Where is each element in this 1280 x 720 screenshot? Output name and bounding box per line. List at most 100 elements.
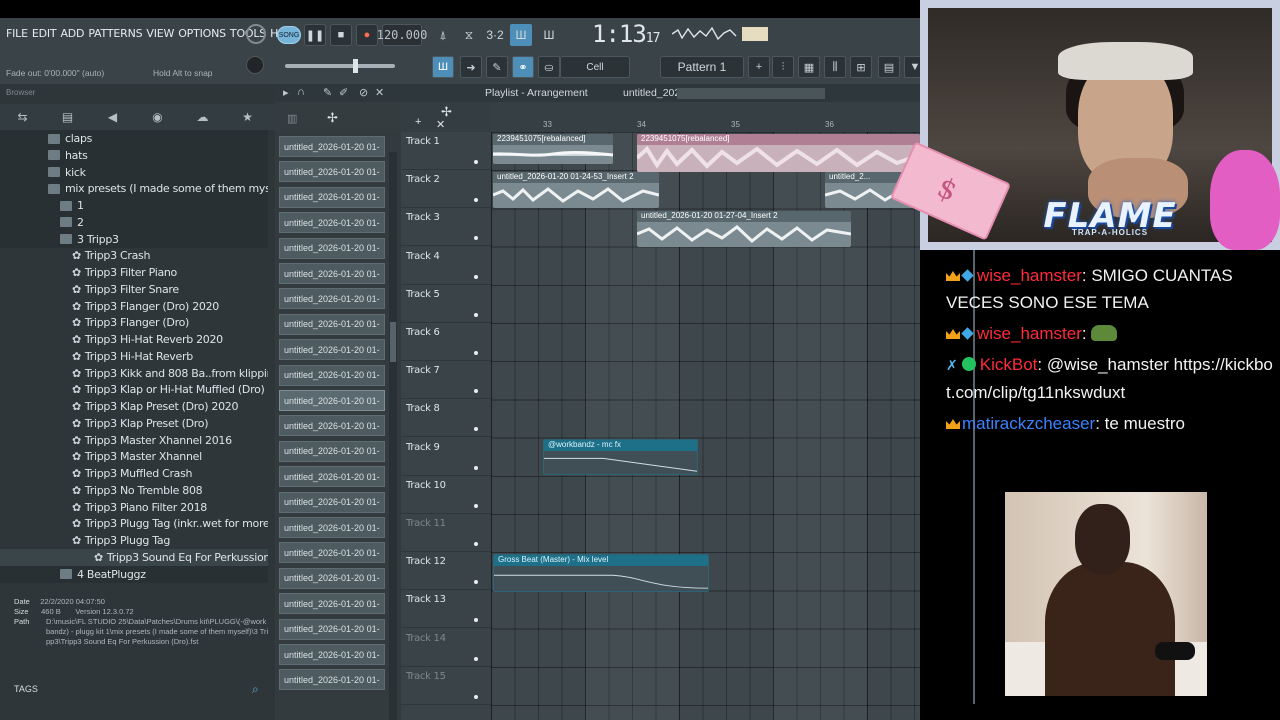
browser-preset[interactable]: ✿ Tripp3 Filter Snare (0, 281, 268, 298)
countdown-icon[interactable]: 3·2 (484, 24, 506, 46)
picker-clip-item[interactable]: untitled_2026-01-20 01- (279, 237, 385, 259)
add-pattern-icon[interactable]: + (748, 56, 770, 78)
track-header[interactable]: Track 2 (401, 170, 491, 209)
file-icon[interactable]: ▤ (45, 110, 90, 124)
track-header[interactable]: Track 6 (401, 323, 491, 361)
picker-clip-item[interactable]: untitled_2026-01-20 01- (279, 593, 385, 615)
record-button[interactable]: ● (356, 24, 378, 46)
browser-folder[interactable]: 4 BeatPluggz (0, 565, 268, 583)
picker-clip-item[interactable]: untitled_2026-01-20 01- (279, 339, 385, 361)
audio-clip-pink[interactable]: 2239451075[rebalanced] (637, 134, 920, 172)
browser-folder[interactable]: 1 (0, 197, 268, 214)
master-volume-knob[interactable] (246, 24, 266, 44)
browser-preset[interactable]: ✿ Tripp3 Flanger (Dro) 2020 (0, 298, 268, 315)
browser-preset[interactable]: ✿ Tripp3 Klap Preset (Dro) 2020 (0, 398, 268, 415)
browser-preset[interactable]: ✿Tripp3 Kikk and 808 Ba..from klipping) … (0, 365, 268, 382)
track-header[interactable]: Track 12 (401, 552, 491, 591)
audio-clip[interactable]: 2239451075[rebalanced] (493, 134, 613, 164)
automation-clip[interactable]: Gross Beat (Master) - Mix level (493, 554, 709, 592)
audio-clip[interactable]: untitled_2026-01-20 01-27-04_Insert 2 (637, 211, 851, 247)
picker-audio-icon[interactable]: ✢ (327, 110, 338, 126)
track-header[interactable]: Track 7 (401, 361, 491, 400)
menu-options[interactable]: OPTIONS (178, 27, 226, 40)
globe-icon[interactable]: ◉ (135, 110, 180, 124)
browser-folder[interactable]: 3 Tripp3 (0, 230, 268, 248)
track-header[interactable]: Track 4 (401, 247, 491, 285)
piano-roll-icon[interactable]: ⫼ (824, 56, 846, 78)
picker-clip-item[interactable]: untitled_2026-01-20 01- (279, 390, 385, 411)
menu-add[interactable]: ADD (60, 27, 84, 40)
track-header[interactable]: Track 1 (401, 132, 491, 170)
pattern-select[interactable]: Pattern 1 (660, 56, 744, 78)
browser-folder[interactable]: 2 (0, 213, 268, 231)
picker-clip-item[interactable]: untitled_2026-01-20 01- (279, 644, 385, 665)
browser-preset[interactable]: ✿ Tripp3 Piano Filter 2018 (0, 499, 268, 516)
picker-clip-item[interactable]: untitled_2026-01-20 01- (279, 618, 385, 640)
master-volume-slider[interactable] (285, 59, 395, 73)
track-enable-led[interactable] (474, 351, 478, 355)
picker-pattern-icon[interactable]: ▥ (287, 112, 297, 125)
magnet-icon[interactable]: ∩ (297, 86, 305, 98)
browser-folder[interactable]: kick (0, 163, 268, 181)
picker-scroll-thumb[interactable] (390, 322, 396, 362)
track-header[interactable]: Track 13 (401, 590, 491, 629)
picker-clip-item[interactable]: untitled_2026-01-20 01- (279, 161, 385, 183)
track-enable-led[interactable] (474, 160, 478, 164)
mute-icon[interactable]: ✕ (375, 86, 384, 99)
browser-preset[interactable]: ✿ Tripp3 Crash (0, 247, 268, 264)
browser-preset[interactable]: ✿ Tripp3 No Tremble 808 (0, 482, 268, 499)
picker-clip-item[interactable]: untitled_2026-01-20 01- (279, 288, 385, 310)
browser-preset[interactable]: ✿ Tripp3 Hi-Hat Reverb (0, 348, 268, 365)
picker-clip-item[interactable]: untitled_2026-01-20 01- (279, 517, 385, 538)
horizontal-scrollbar[interactable] (677, 88, 825, 99)
browser-icon[interactable]: ⊞ (850, 56, 872, 78)
speaker-icon[interactable]: ◀ (90, 110, 135, 124)
picker-clip-item[interactable]: untitled_2026-01-20 01- (279, 466, 385, 488)
browser-preset[interactable]: ✿ Tripp3 Filter Piano (0, 264, 268, 281)
picker-clip-item[interactable]: untitled_2026-01-20 01- (279, 186, 385, 208)
track-enable-led[interactable] (474, 198, 478, 203)
track-header[interactable]: Track 11 (401, 514, 491, 552)
star-icon[interactable]: ★ (225, 110, 270, 124)
menu-patterns[interactable]: PATTERNS (88, 27, 142, 40)
paint-icon[interactable]: ✐ (339, 86, 348, 99)
tempo-display[interactable]: 120.000 (377, 24, 427, 46)
timeline-ruler[interactable]: 33 34 35 36 (491, 102, 920, 132)
track-enable-led[interactable] (474, 312, 478, 317)
plugin-picker-icon[interactable]: ▤ (878, 56, 900, 78)
snap-select[interactable]: Cell (560, 56, 630, 78)
menu-edit[interactable]: EDIT (32, 27, 57, 40)
track-header[interactable]: Track 10 (401, 476, 491, 514)
track-header[interactable]: Track 5 (401, 285, 491, 323)
picker-scrollbar[interactable] (389, 152, 397, 720)
blend-notes-icon[interactable]: Ш (510, 24, 532, 46)
picker-clip-item[interactable]: untitled_2026-01-20 01- (279, 542, 385, 564)
mixer-icon[interactable]: ⫶ (772, 56, 794, 78)
picker-clip-item[interactable]: untitled_2026-01-20 01- (279, 440, 385, 462)
picker-clip-item[interactable]: untitled_2026-01-20 01- (279, 313, 385, 335)
track-enable-led[interactable] (474, 694, 478, 699)
track-enable-led[interactable] (474, 580, 478, 585)
track-enable-led[interactable] (474, 503, 478, 508)
track-enable-led[interactable] (474, 542, 478, 546)
track-enable-led[interactable] (474, 427, 478, 432)
browser-preset[interactable]: ✿ Tripp3 Plugg Tag (0, 532, 268, 549)
browser-folder[interactable]: hats (0, 146, 268, 164)
menu-view[interactable]: VIEW (146, 27, 174, 40)
loop-record-icon[interactable]: Ш (538, 24, 560, 46)
picker-clip-item[interactable]: untitled_2026-01-20 01- (279, 364, 385, 386)
picker-clip-item[interactable]: untitled_2026-01-20 01- (279, 263, 385, 284)
browser-preset[interactable]: ✿ Tripp3 Muffled Crash (0, 465, 268, 482)
wait-input-icon[interactable]: ⧖ (458, 24, 480, 46)
arrangement-grid[interactable]: 2239451075[rebalanced] 2239451075[rebala… (491, 132, 920, 720)
track-enable-led[interactable] (474, 618, 478, 623)
track-header[interactable]: Track 14 (401, 629, 491, 667)
master-pitch-knob[interactable] (246, 56, 264, 74)
menu-file[interactable]: FILE (6, 27, 28, 40)
picker-clip-item[interactable]: untitled_2026-01-20 01- (279, 415, 385, 437)
browser-preset[interactable]: ✿ Tripp3 Klap Preset (Dro) (0, 415, 268, 432)
arrow-tool-icon[interactable]: ➜ (460, 56, 482, 78)
audio-clip[interactable]: untitled_2026-01-20 01-24-53_Insert 2 (493, 172, 659, 208)
browser-preset[interactable]: ✿ Tripp3 Master Xhannel 2016 (0, 432, 268, 449)
search-icon[interactable]: ⌕ (252, 682, 259, 697)
